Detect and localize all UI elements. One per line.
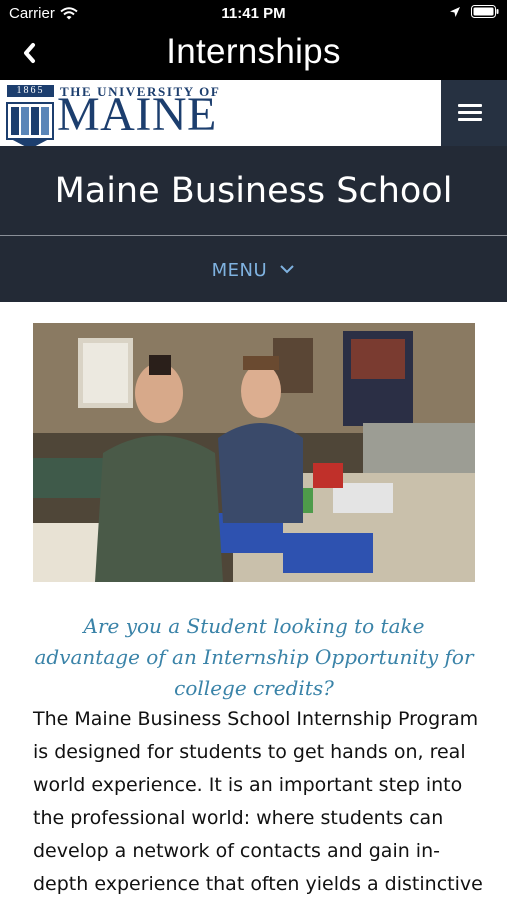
- menu-label: MENU: [211, 260, 268, 281]
- status-right: [449, 5, 499, 18]
- page-title: Internships: [166, 32, 341, 71]
- logo-year: 1865: [7, 85, 54, 97]
- clock: 11:41 PM: [221, 5, 286, 22]
- menu-toggle[interactable]: MENU: [0, 260, 507, 281]
- location-arrow-icon: [450, 6, 460, 17]
- logo-maine-text: MAINE: [57, 88, 217, 141]
- status-bar: Carrier 11:41 PM: [0, 0, 507, 28]
- hamburger-line: [458, 111, 482, 114]
- students-photo: [33, 323, 475, 582]
- hamburger-line: [458, 118, 482, 121]
- school-name: Maine Business School: [54, 171, 453, 211]
- program-description: The Maine Business School Internship Pro…: [33, 708, 483, 895]
- battery-icon: [471, 5, 499, 18]
- intro-tagline: Are you a Student looking to take advant…: [34, 614, 474, 700]
- chevron-down-icon: [280, 265, 295, 274]
- menu-bar: MENU: [0, 236, 507, 302]
- hamburger-line: [458, 104, 482, 107]
- hamburger-menu-button[interactable]: [441, 80, 507, 146]
- navigation-bar: Internships: [0, 28, 507, 80]
- school-header: Maine Business School: [0, 146, 507, 235]
